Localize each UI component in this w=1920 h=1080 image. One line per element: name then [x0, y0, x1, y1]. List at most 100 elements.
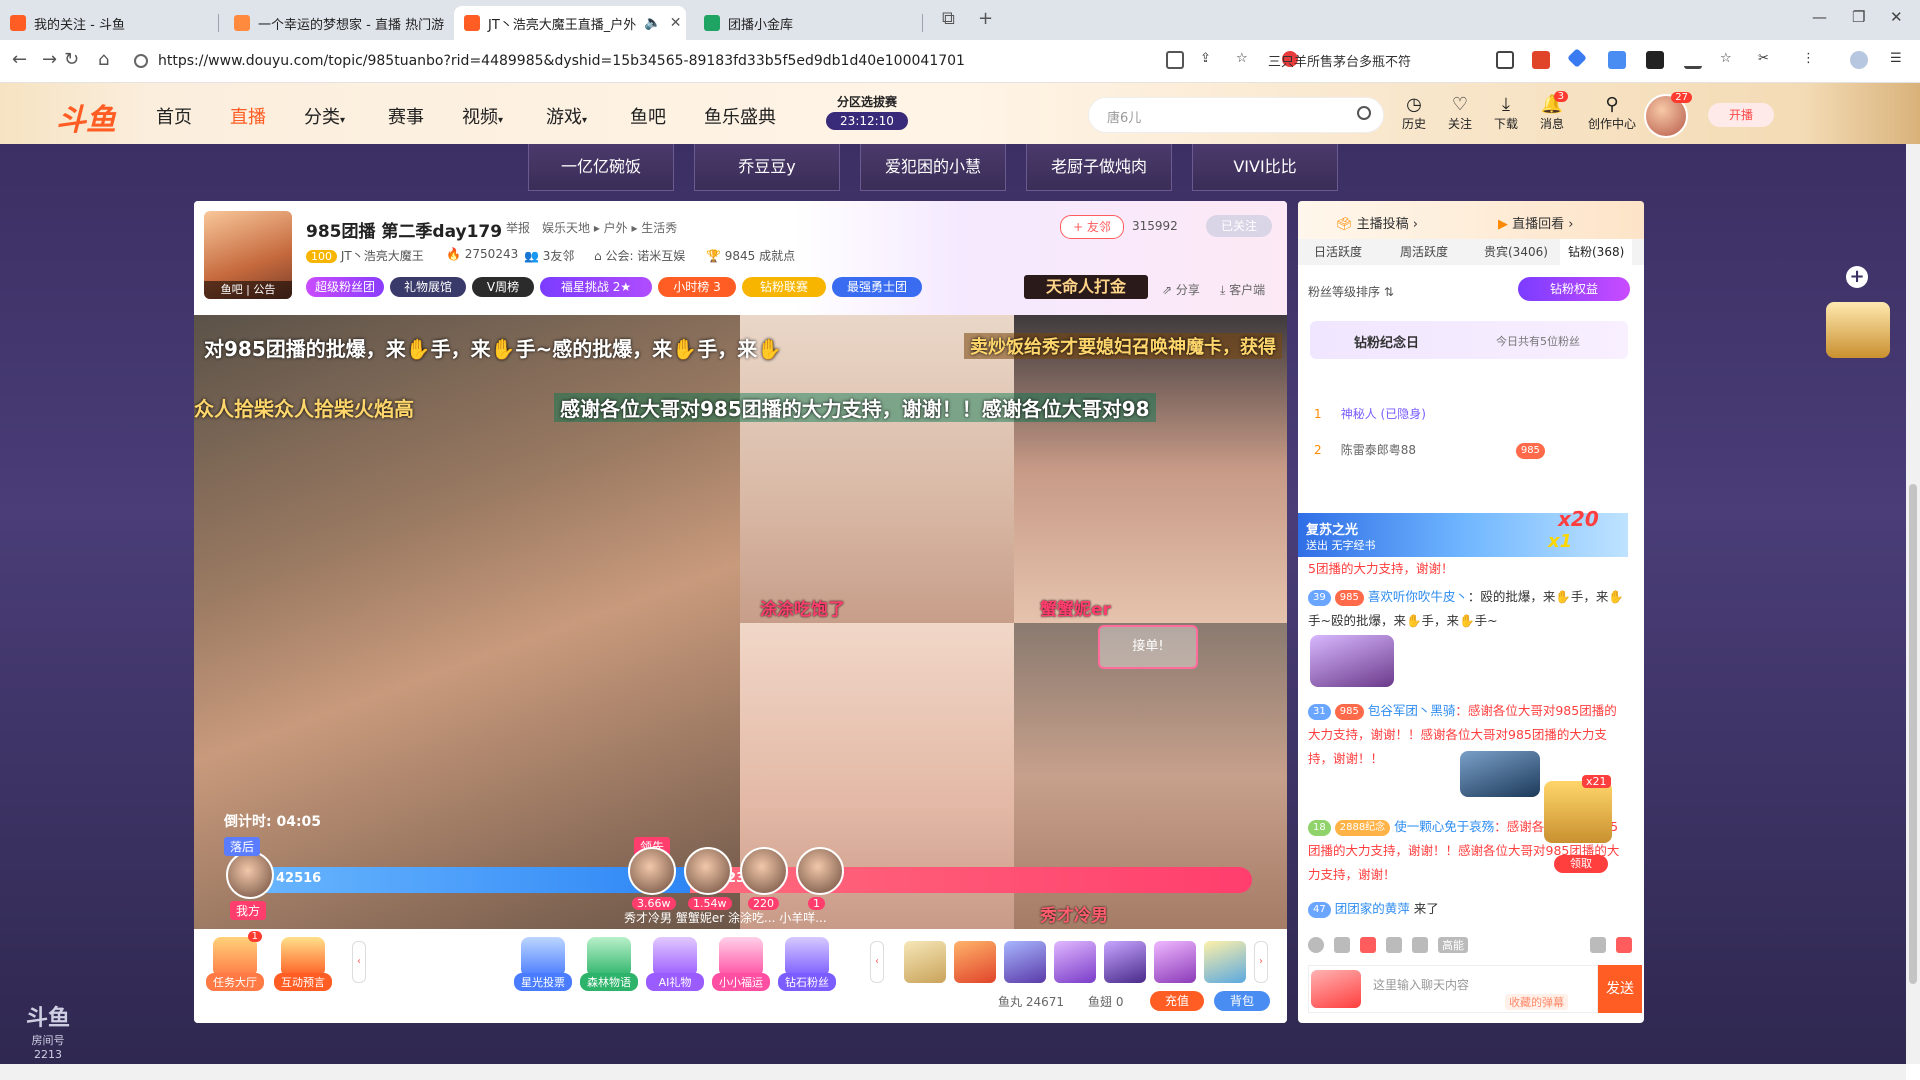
hourly-rank-pill[interactable]: 小时榜 3: [658, 277, 736, 297]
high-energy-toggle[interactable]: 高能: [1438, 937, 1468, 953]
tab-weekly-activity[interactable]: 周活跃度: [1400, 239, 1448, 265]
hot-search-hint[interactable]: 三只羊所售茅台多瓶不符: [1268, 51, 1411, 70]
mute-chat-icon[interactable]: [1412, 937, 1428, 953]
header-history[interactable]: ◷ 历史: [1390, 95, 1438, 132]
gift-diamond-fan[interactable]: 钻石粉丝: [778, 937, 836, 991]
replay-link[interactable]: ▶ 直播回看 ›: [1498, 213, 1573, 232]
rank-row[interactable]: 2 陈雷泰郎粤88 985: [1314, 441, 1549, 459]
task-hall-button[interactable]: 1 任务大厅: [206, 931, 264, 991]
header-download[interactable]: ⤓ 下载: [1482, 95, 1530, 132]
gift-scroll-icon[interactable]: [904, 941, 946, 983]
chat-settings-icon[interactable]: [1590, 937, 1606, 953]
diamond-league-pill[interactable]: 钻粉联赛: [742, 277, 826, 297]
chat-username[interactable]: 喜欢听你吹牛皮丶: [1368, 589, 1468, 604]
close-tab-icon[interactable]: ✕: [670, 15, 682, 31]
screenshot-icon[interactable]: ✂: [1758, 51, 1776, 69]
page-scrollbar[interactable]: [1906, 144, 1920, 1064]
gift-little-luck[interactable]: 小小福运: [712, 937, 770, 991]
claim-button[interactable]: 领取: [1554, 855, 1608, 873]
diamond-extension-icon[interactable]: [1567, 48, 1587, 68]
tablet-icon[interactable]: [1496, 51, 1514, 69]
search-icon[interactable]: [1357, 106, 1371, 120]
division-countdown[interactable]: 分区选拔赛 23:12:10: [826, 93, 908, 130]
nav-fish-festival[interactable]: 鱼乐盛典: [704, 103, 776, 129]
scrollbar-thumb[interactable]: [1909, 484, 1917, 984]
share-button[interactable]: ⇗ 分享: [1162, 281, 1200, 298]
streamer-name[interactable]: JT丶浩亮大魔王: [341, 249, 424, 263]
treasure-chest-icon[interactable]: [1544, 781, 1612, 843]
site-search-input[interactable]: 唐6儿: [1088, 97, 1384, 133]
topic-tab-5[interactable]: VIVI比比: [1192, 144, 1338, 191]
favorites-icon[interactable]: ☆: [1720, 51, 1738, 69]
share-icon[interactable]: ⇪: [1200, 51, 1218, 69]
gift-dragon-icon[interactable]: [1104, 941, 1146, 983]
event-badge-icon[interactable]: [1826, 302, 1890, 358]
nav-category[interactable]: 分类▾: [304, 103, 345, 129]
tab-search-icon[interactable]: ⧉: [942, 8, 955, 29]
url-field[interactable]: https://www.douyu.com/topic/985tuanbo?ri…: [134, 49, 1224, 73]
reader-mode-icon[interactable]: [1166, 51, 1184, 69]
tab-vip[interactable]: 贵宾(3406): [1484, 239, 1548, 265]
collapse-center-gifts-button[interactable]: ‹: [870, 941, 884, 983]
barrage-style-icon[interactable]: [1386, 937, 1402, 953]
chat-gift-icon[interactable]: [1616, 937, 1632, 953]
close-window-icon[interactable]: ✕: [1890, 8, 1903, 26]
gift-warrior-icon[interactable]: [1054, 941, 1096, 983]
horizontal-scrollbar[interactable]: [0, 1064, 1906, 1080]
mute-icon[interactable]: 🔈: [644, 15, 661, 31]
chat-username[interactable]: 包谷军团丶黑骑: [1368, 703, 1456, 718]
destiny-gold-banner[interactable]: 天命人打金: [1024, 275, 1148, 299]
backpack-button[interactable]: 背包: [1214, 991, 1270, 1011]
minimize-icon[interactable]: —: [1812, 8, 1827, 26]
pk-contributor-avatar[interactable]: [628, 847, 676, 895]
nav-fishbar[interactable]: 鱼吧: [630, 103, 666, 129]
room-category[interactable]: 娱乐天地 ▸ 户外 ▸ 生活秀: [542, 219, 677, 236]
gift-ai[interactable]: AI礼物: [646, 937, 704, 991]
followed-button[interactable]: 已关注: [1206, 215, 1272, 237]
gift-star-vote[interactable]: 星光投票: [514, 937, 572, 991]
forward-icon[interactable]: →: [42, 49, 57, 70]
header-messages[interactable]: 🔔 3 消息: [1528, 91, 1576, 132]
pk-host-avatar[interactable]: [226, 851, 274, 899]
home-icon[interactable]: ⌂: [98, 49, 109, 70]
chat-username[interactable]: 团团家的黄萍: [1335, 901, 1410, 916]
pdf-extension-icon[interactable]: [1532, 51, 1550, 69]
interactive-prophecy-button[interactable]: 互动预言: [274, 937, 332, 991]
gift-gallery-pill[interactable]: 礼物展馆: [390, 277, 466, 297]
pk-contributor-avatar[interactable]: [796, 847, 844, 895]
stock-extension-icon[interactable]: [1646, 51, 1664, 69]
horn-icon[interactable]: [1334, 937, 1350, 953]
nav-games[interactable]: 游戏▾: [546, 103, 587, 129]
friends-count[interactable]: 👥 3友邻: [524, 247, 574, 264]
browser-menu-icon[interactable]: ☰: [1890, 51, 1908, 69]
gift-palace-icon[interactable]: [1204, 941, 1246, 983]
chat-username[interactable]: 使一颗心免于哀殇: [1394, 819, 1494, 834]
anchor-vote-link[interactable]: 🗳 主播投稿 ›: [1336, 213, 1418, 232]
video-player[interactable]: 对985团播的批爆，来✋手，来✋手~感的批爆，来✋手，来✋ 卖炒饭给秀才要媳妇召…: [194, 315, 1287, 929]
tab-current-stream[interactable]: JT丶浩亮大魔王直播_户外 🔈 ✕: [454, 6, 686, 40]
tab-daily-activity[interactable]: 日活跃度: [1314, 239, 1362, 265]
lucky-challenge-pill[interactable]: 福星挑战 2★: [540, 277, 652, 297]
gift-forest-story[interactable]: 森林物语: [580, 937, 638, 991]
topic-tab-3[interactable]: 爱犯困的小慧: [860, 144, 1006, 191]
achievement-points[interactable]: 🏆 9845 成就点: [706, 247, 795, 264]
client-button[interactable]: ⤓ 客户端: [1220, 281, 1265, 298]
add-widget-icon[interactable]: +: [1846, 266, 1868, 288]
guild-info[interactable]: ⌂ 公会: 诺米互娱: [594, 247, 685, 264]
bookmark-star-icon[interactable]: ☆: [1236, 51, 1254, 69]
restore-icon[interactable]: ❐: [1852, 8, 1865, 26]
topic-tab-2[interactable]: 乔豆豆y: [694, 144, 840, 191]
reload-icon[interactable]: ↻: [64, 49, 79, 70]
send-button[interactable]: 发送: [1598, 965, 1642, 1013]
gift-crystal-icon[interactable]: [1154, 941, 1196, 983]
start-live-button[interactable]: 开播: [1708, 103, 1774, 127]
translate-extension-icon[interactable]: [1608, 51, 1626, 69]
add-friend-button[interactable]: + 友邻: [1060, 215, 1124, 239]
header-creator-center[interactable]: ⚲ 创作中心: [1584, 95, 1640, 132]
new-tab-icon[interactable]: +: [978, 8, 993, 29]
nav-home[interactable]: 首页: [156, 103, 192, 129]
tab-team-vault[interactable]: 团播小金库: [694, 6, 922, 40]
diamond-rights-button[interactable]: 钻粉权益: [1518, 277, 1630, 301]
pk-contributor-avatar[interactable]: [740, 847, 788, 895]
downloads-icon[interactable]: [1684, 51, 1702, 69]
